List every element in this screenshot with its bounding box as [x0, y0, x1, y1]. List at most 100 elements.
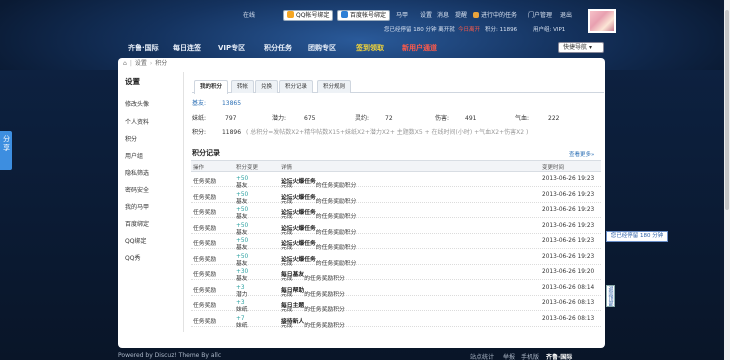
- sidebar-item-profile[interactable]: 个人资料: [125, 117, 149, 126]
- page-scrollbar[interactable]: [724, 0, 730, 360]
- link-majia[interactable]: 马甲: [396, 11, 408, 21]
- cell-change: 潜力 +3: [236, 284, 248, 298]
- breadcrumb-settings[interactable]: 设置: [135, 60, 147, 67]
- link-logout[interactable]: 退出: [560, 11, 572, 21]
- points-tabs: 我的积分 转帐 兑换 积分记录 积分规则: [192, 80, 604, 94]
- user-group: 用户组: VIP1: [533, 27, 566, 33]
- cell-operation: 任务奖励: [193, 272, 217, 278]
- sidebar-item-qq-bind[interactable]: QQ绑定: [125, 236, 146, 245]
- table-row: 任务奖励 基友 +50 完成 论坛火爆任务 的任务奖励积分 2013-06-26 19…: [191, 172, 601, 189]
- tab-exchange[interactable]: 兑换: [255, 80, 279, 93]
- cell-change: 妹纸 +3: [236, 300, 248, 313]
- stat-jinbi: 基友: 13865: [192, 100, 242, 107]
- nav-item-vip[interactable]: VIP专区: [218, 43, 245, 53]
- nav-item-group-buy[interactable]: 团购专区: [308, 43, 336, 53]
- cell-time: 2013-06-26 19:23: [542, 238, 595, 244]
- cell-change: 基友 +50: [236, 238, 249, 251]
- cell-time: 2013-06-26 19:20: [542, 269, 595, 275]
- sidebar-item-security[interactable]: 密码安全: [125, 185, 149, 194]
- nav-item-checkin[interactable]: 每日连签: [173, 43, 201, 53]
- footer-powered: Powered by Discuz! Theme By allc: [118, 352, 222, 359]
- cell-time: 2013-06-26 08:13: [542, 300, 595, 306]
- cell-time: 2013-06-26 19:23: [542, 207, 595, 213]
- online-status: 在线: [243, 12, 256, 19]
- stat-qixue: 气血: 222: [515, 115, 560, 122]
- sidebar-item-usergroup[interactable]: 用户组: [125, 151, 143, 160]
- table-row: 任务奖励 基友 +50 完成 论坛火爆任务 的任务奖励积分 2013-06-26 19…: [191, 188, 601, 205]
- settings-sidebar: 设置 修改头像 个人资料 积分 用户组 隐私筛选 密码安全 我的马甲 百度绑定 …: [118, 72, 184, 332]
- today-leave-text: 今日离开: [458, 27, 481, 33]
- qq-icon: [287, 11, 294, 18]
- link-tasks[interactable]: 进行中的任务: [473, 11, 517, 21]
- main-panel: ⌂ | 设置 › 积分 设置 修改头像 个人资料 积分 用户组 隐私筛选 密码安全 我的…: [118, 58, 605, 348]
- baidu-bind-button[interactable]: 百度帐号绑定: [337, 10, 391, 21]
- footer-site-link[interactable]: 齐鲁·国际: [546, 352, 572, 360]
- cell-detail: 完成 每日主题 的任务奖励积分: [281, 303, 345, 313]
- avatar[interactable]: [588, 9, 616, 33]
- nav-item-new-user[interactable]: 新用户通道: [402, 43, 437, 53]
- table-row: 任务奖励 妹纸 +7 完成 接待新人 的任务奖励积分 2013-06-26 08:13: [191, 312, 601, 329]
- cell-time: 2013-06-26 08:14: [542, 284, 595, 291]
- nav-item-tasks[interactable]: 积分任务: [264, 43, 292, 53]
- stat-meizhi: 妹纸: 797: [192, 115, 237, 122]
- qq-bind-button[interactable]: QQ帐号绑定: [283, 10, 334, 21]
- cell-operation: 任务奖励: [193, 241, 217, 247]
- table-row: 任务奖励 妹纸 +3 完成 每日主题 的任务奖励积分 2013-06-26 08:13: [191, 296, 601, 313]
- cell-operation: 任务奖励: [193, 287, 217, 294]
- sidebar-title: 设置: [125, 77, 140, 86]
- scrollbar-thumb[interactable]: [725, 10, 729, 210]
- link-reminders[interactable]: 提醒: [455, 11, 467, 21]
- cell-operation: 任务奖励: [193, 256, 217, 263]
- points-formula: ( 总积分=发帖数X2+精华帖数X15+妹纸X2+潜力X2+ 主题数X5 + 在…: [245, 129, 529, 136]
- link-messages[interactable]: 消息: [437, 11, 449, 21]
- footer-stats-link[interactable]: 站点统计: [470, 352, 494, 360]
- stat-qianli: 潜力: 675: [272, 115, 316, 122]
- cell-change: 基友 +50: [236, 207, 249, 220]
- sidebar-item-points[interactable]: 积分: [125, 134, 137, 143]
- cell-detail: 完成 每日基友 的任务奖励积分: [281, 272, 345, 282]
- chevron-down-icon: ▾: [588, 44, 592, 51]
- cell-change: 妹纸 +7: [236, 315, 248, 329]
- cell-operation: 任务奖励: [193, 179, 217, 185]
- link-settings[interactable]: 设置: [420, 11, 432, 21]
- home-icon[interactable]: ⌂: [123, 60, 127, 67]
- cell-change: 基友 +50: [236, 222, 249, 236]
- stat-total: 积分: 11896 ( 总积分=发帖数X2+精华帖数X15+妹纸X2+潜力X2+…: [192, 129, 529, 136]
- nav-item-home[interactable]: 齐鲁·国际: [128, 43, 159, 53]
- quick-nav-dropdown[interactable]: 快捷导航 ▾: [558, 42, 604, 53]
- nav-item-sign[interactable]: 签到领取: [356, 43, 384, 53]
- tab-rules[interactable]: 积分规则: [317, 80, 352, 93]
- sidebar-item-privacy[interactable]: 隐私筛选: [125, 168, 149, 177]
- stat-lingyue: 灵约: 72: [355, 115, 393, 122]
- cell-detail: 完成 论坛火爆任务 的任务奖励积分: [281, 194, 357, 205]
- table-row: 任务奖励 基友 +50 完成 论坛火爆任务 的任务奖励积分 2013-06-26 19…: [191, 234, 601, 251]
- online-time-text: 您已经停留 180 分钟 离开就: [384, 27, 455, 33]
- cell-change: 基友 +50: [236, 191, 249, 205]
- stat-shanghai: 伤害: 491: [435, 115, 477, 122]
- footer: Powered by Discuz! Theme By allc 站点统计 举报…: [118, 351, 605, 360]
- breadcrumb-points[interactable]: 积分: [155, 60, 167, 67]
- footer-mobile-link[interactable]: 手机版: [521, 352, 539, 360]
- cell-detail: 完成 论坛火爆任务 的任务奖励积分: [281, 241, 357, 251]
- cell-time: 2013-06-26 08:13: [542, 315, 595, 322]
- tab-transfer[interactable]: 转帐: [231, 80, 255, 93]
- cell-time: 2013-06-26 19:23: [542, 176, 595, 182]
- tab-records[interactable]: 积分记录: [279, 80, 314, 93]
- sidebar-item-qq-show[interactable]: QQ秀: [125, 253, 140, 262]
- footer-report-link[interactable]: 举报: [503, 352, 515, 360]
- table-row: 任务奖励 基友 +50 完成 论坛火爆任务 的任务奖励积分 2013-06-26 19…: [191, 250, 601, 267]
- tab-my-points[interactable]: 我的积分: [194, 80, 229, 94]
- share-button[interactable]: 分享: [0, 131, 12, 170]
- online-time-tip: 您已经停留 180 分钟: [606, 231, 668, 242]
- records-more-link[interactable]: 查看更多»: [569, 150, 594, 158]
- back-to-top-button[interactable]: 返回顶部: [606, 285, 615, 307]
- cell-operation: 任务奖励: [193, 210, 217, 216]
- sidebar-item-baidu[interactable]: 百度绑定: [125, 219, 149, 228]
- cell-operation: 任务奖励: [193, 318, 217, 325]
- link-portal-admin[interactable]: 门户管理: [528, 11, 552, 21]
- table-row: 任务奖励 基友 +50 完成 论坛火爆任务 的任务奖励积分 2013-06-26 19…: [191, 203, 601, 220]
- sidebar-item-avatar[interactable]: 修改头像: [125, 99, 149, 108]
- breadcrumb: ⌂ | 设置 › 积分: [123, 60, 168, 67]
- sidebar-item-majia[interactable]: 我的马甲: [125, 202, 149, 211]
- cell-detail: 完成 论坛火爆任务 的任务奖励积分: [281, 225, 357, 236]
